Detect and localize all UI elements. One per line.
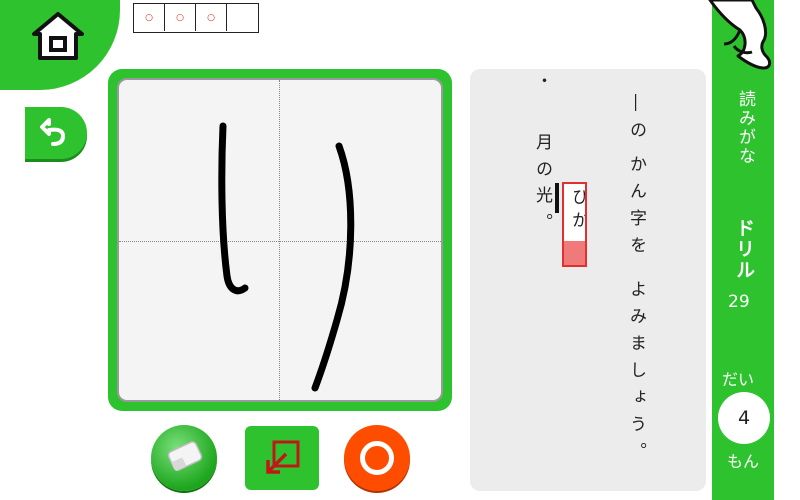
writing-canvas-frame: [108, 69, 452, 411]
answer-box: ○: [196, 4, 227, 31]
reading-progress-fill: [564, 240, 585, 265]
drill-label: ドリル: [733, 218, 755, 281]
mon-label: もん: [727, 452, 760, 471]
resize-button[interactable]: [245, 426, 319, 490]
answer-box: ○: [165, 4, 196, 31]
drill-number: 29: [728, 292, 750, 312]
answer-box: [227, 4, 258, 31]
stroke-2: [311, 142, 355, 392]
home-button[interactable]: [30, 10, 86, 62]
stroke-1: [218, 122, 249, 295]
target-marker: [555, 183, 559, 213]
reading-answer-text: ひか: [568, 188, 587, 234]
back-button[interactable]: [25, 107, 87, 159]
sentence-text: 月の: [532, 133, 552, 187]
answer-progress-boxes: ○ ○ ○: [133, 3, 259, 33]
eraser-button[interactable]: [151, 425, 217, 491]
question-number: 4: [737, 407, 751, 429]
home-icon: [32, 12, 84, 60]
ok-circle-icon: [360, 441, 394, 475]
instruction-line: ―の: [626, 94, 646, 148]
writing-canvas[interactable]: [117, 78, 443, 402]
answer-box: ○: [134, 4, 165, 31]
sentence-bullet: ・: [532, 72, 552, 99]
sentence-text: 光。: [532, 186, 552, 240]
yomigana-label: 読みがな: [735, 90, 755, 166]
instruction-line: かん字を: [626, 155, 646, 263]
reading-answer-box: ひか: [562, 182, 587, 267]
resize-icon: [266, 440, 300, 474]
handwritten-strokes: [218, 122, 355, 392]
dai-label: だい: [722, 370, 755, 389]
pointing-hand-icon: [708, 0, 772, 70]
back-arrow-icon: [40, 118, 65, 146]
eraser-icon: [167, 441, 203, 471]
instruction-line: よみましょう。: [626, 280, 646, 469]
ok-button[interactable]: [344, 425, 410, 491]
question-number-badge: 4: [718, 392, 770, 444]
question-panel: [470, 69, 706, 491]
